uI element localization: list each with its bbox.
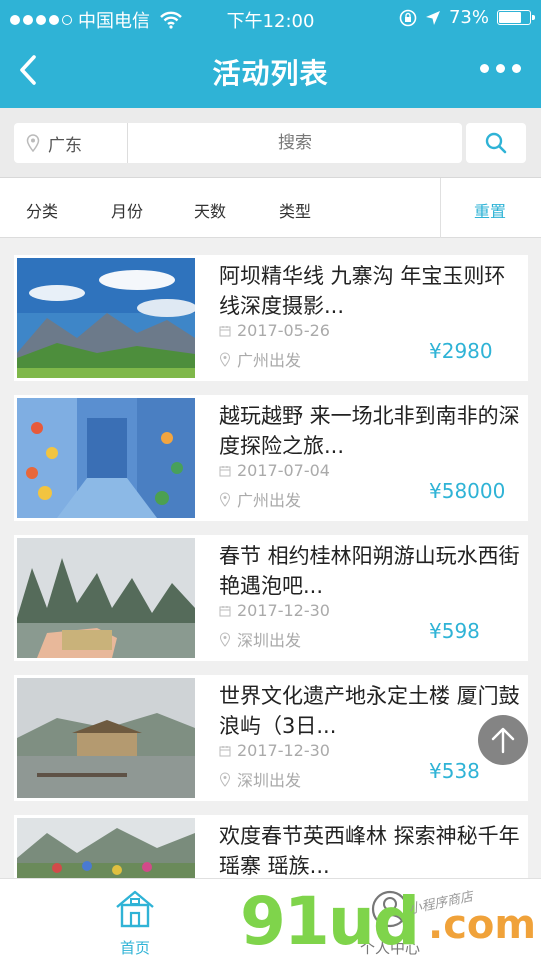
back-to-top-button[interactable] (478, 715, 528, 765)
activity-thumbnail (17, 538, 195, 658)
activity-thumbnail (17, 398, 195, 518)
activity-thumbnail (17, 678, 195, 798)
user-icon (371, 890, 409, 928)
tab-home[interactable]: 首页 (85, 889, 185, 958)
activity-price: ¥58000 (429, 479, 506, 503)
activity-price: ¥598 (429, 619, 480, 643)
activity-departure-text: 深圳出发 (237, 631, 302, 650)
activity-date-text: 2017-12-30 (237, 601, 330, 620)
search-area: 广东 搜索 (0, 108, 541, 178)
activity-date: 2017-05-26 (219, 321, 330, 340)
nav-bar: 活动列表 (0, 36, 541, 108)
activity-departure-text: 广州出发 (237, 351, 302, 370)
region-selector[interactable]: 广东 (14, 123, 128, 163)
calendar-icon (219, 465, 231, 476)
activity-date-text: 2017-07-04 (237, 461, 330, 480)
location-pin-icon (219, 631, 231, 647)
activity-thumbnail (17, 818, 195, 878)
calendar-icon (219, 745, 231, 756)
activity-departure: 广州出发 (219, 347, 301, 371)
location-pin-icon (219, 771, 231, 787)
activity-title: 越玩越野 来一场北非到南非的深度探险之旅... (219, 404, 520, 458)
tab-profile[interactable]: 个人中心 (340, 889, 440, 958)
activity-departure: 深圳出发 (219, 767, 301, 791)
location-pin-icon (219, 491, 231, 507)
activity-title: 欢度春节英西峰林 探索神秘千年瑶寨 瑶族... (219, 824, 520, 878)
filter-category[interactable]: 分类 (26, 198, 58, 222)
activity-card[interactable]: 阿坝精华线 九寨沟 年宝玉则环线深度摄影... 2017-05-26 广州出发 … (14, 255, 528, 381)
activity-date-text: 2017-05-26 (237, 321, 330, 340)
filter-days[interactable]: 天数 (194, 198, 226, 222)
activity-date: 2017-12-30 (219, 601, 330, 620)
activity-departure: 广州出发 (219, 487, 301, 511)
tab-home-label: 首页 (119, 939, 150, 957)
search-button[interactable] (466, 123, 526, 163)
filter-type[interactable]: 类型 (279, 198, 311, 222)
location-arrow-icon (425, 10, 440, 25)
search-icon (485, 132, 507, 154)
search-input[interactable]: 搜索 (128, 123, 462, 163)
location-pin-icon (219, 351, 231, 367)
filter-bar: 分类 月份 天数 类型 重置 (0, 178, 541, 238)
activity-thumbnail (17, 258, 195, 378)
tab-profile-label: 个人中心 (359, 939, 420, 957)
status-bar: 中国电信 下午12:00 73% (0, 0, 541, 36)
home-icon (116, 890, 154, 928)
filter-month[interactable]: 月份 (111, 198, 143, 222)
activity-departure: 深圳出发 (219, 627, 301, 651)
reset-button[interactable]: 重置 (474, 198, 506, 222)
activity-card[interactable]: 越玩越野 来一场北非到南非的深度探险之旅... 2017-07-04 广州出发 … (14, 395, 528, 521)
activity-card[interactable]: 欢度春节英西峰林 探索神秘千年瑶寨 瑶族... (14, 815, 528, 878)
arrow-up-icon (491, 727, 515, 754)
region-label: 广东 (48, 135, 82, 156)
location-pin-icon (26, 134, 40, 152)
tab-bar: 首页 个人中心 (0, 878, 541, 960)
activity-date: 2017-07-04 (219, 461, 330, 480)
search-box: 广东 搜索 (14, 123, 462, 163)
activity-card[interactable]: 春节 相约桂林阳朔游山玩水西街艳遇泡吧... 2017-12-30 深圳出发 ¥… (14, 535, 528, 661)
calendar-icon (219, 605, 231, 616)
battery-percent: 73% (448, 7, 489, 28)
activity-card[interactable]: 世界文化遗产地永定土楼 厦门鼓浪屿（3日... 2017-12-30 深圳出发 … (14, 675, 528, 801)
status-right: 73% (399, 7, 535, 28)
activity-title: 春节 相约桂林阳朔游山玩水西街艳遇泡吧... (219, 544, 520, 598)
activity-price: ¥2980 (429, 339, 493, 363)
activity-departure-text: 广州出发 (237, 491, 302, 510)
filter-divider (440, 178, 441, 238)
activity-date-text: 2017-12-30 (237, 741, 330, 760)
calendar-icon (219, 325, 231, 336)
activity-departure-text: 深圳出发 (237, 771, 302, 790)
activity-title: 阿坝精华线 九寨沟 年宝玉则环线深度摄影... (219, 264, 506, 318)
rotation-lock-icon (399, 9, 417, 26)
more-dots-icon[interactable] (480, 64, 521, 73)
page-title: 活动列表 (212, 57, 329, 90)
activity-price: ¥538 (429, 759, 480, 783)
activity-date: 2017-12-30 (219, 741, 330, 760)
battery-icon (497, 10, 535, 25)
